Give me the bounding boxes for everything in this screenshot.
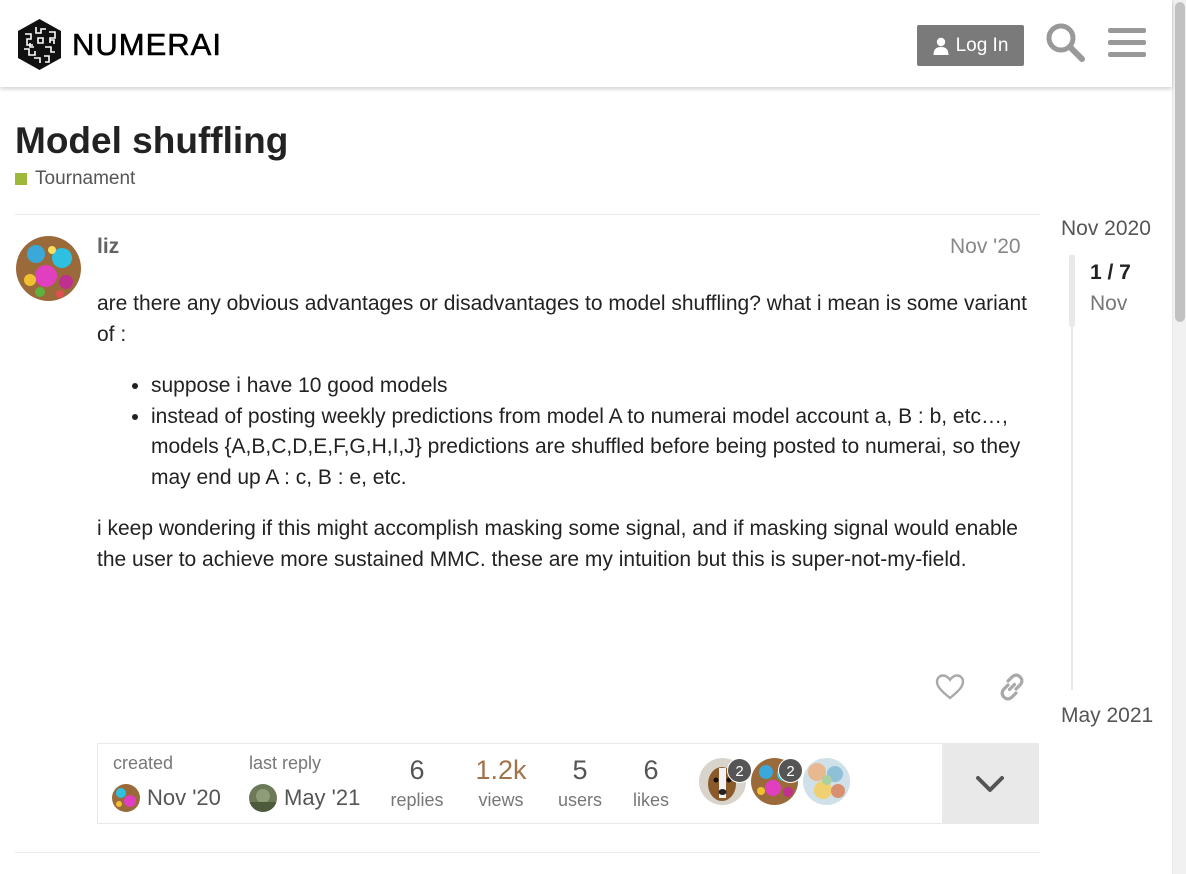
views-count: 1.2k <box>475 755 527 785</box>
category-name: Tournament <box>35 168 136 189</box>
scrollbar-thumb[interactable] <box>1175 2 1185 322</box>
heart-icon[interactable] <box>935 672 965 702</box>
avatar[interactable] <box>112 784 140 812</box>
divider <box>15 214 1040 215</box>
created-date[interactable]: Nov '20 <box>147 785 221 811</box>
user-icon <box>933 37 949 55</box>
likes-label: likes <box>632 790 669 810</box>
page-scrollbar[interactable] <box>1172 0 1186 874</box>
chevron-down-icon <box>976 775 1004 792</box>
created-label: created <box>113 753 174 773</box>
replies-label: replies <box>390 790 444 810</box>
link-icon[interactable] <box>997 672 1027 702</box>
views-label: views <box>478 790 524 810</box>
list-item: suppose i have 10 good models <box>151 371 1032 402</box>
category-badge[interactable]: Tournament <box>15 168 135 190</box>
logo-text: NUMERAI <box>72 26 222 62</box>
last-reply-date[interactable]: May '21 <box>284 785 360 811</box>
post-body: are there any obvious advantages or disa… <box>97 289 1032 596</box>
login-button[interactable]: Log In <box>917 25 1024 66</box>
likes-stat: 6 likes <box>612 755 690 811</box>
avatar[interactable] <box>16 236 81 301</box>
topic-map: created Nov '20 last reply May '21 6 rep… <box>97 743 1039 824</box>
topic-title[interactable]: Model shuffling <box>15 120 288 162</box>
timeline-end-date[interactable]: May 2021 <box>1061 704 1153 728</box>
post-paragraph: i keep wondering if this might accomplis… <box>97 517 1018 571</box>
users-label: users <box>557 790 602 810</box>
avatar-image <box>16 236 81 301</box>
participant-post-count: 2 <box>727 758 752 783</box>
hamburger-menu-icon[interactable] <box>1106 21 1148 63</box>
replies-count: 6 <box>409 755 425 785</box>
users-stat: 5 users <box>541 755 619 811</box>
replies-stat: 6 replies <box>378 755 456 811</box>
timeline-start-date[interactable]: Nov 2020 <box>1061 217 1151 241</box>
site-logo[interactable]: NUMERAI <box>16 18 222 71</box>
search-icon[interactable] <box>1044 21 1086 63</box>
timeline-handle[interactable] <box>1069 255 1075 327</box>
post-bullet-list: suppose i have 10 good models instead of… <box>151 371 1032 493</box>
views-stat: 1.2k views <box>462 755 540 811</box>
participant-post-count: 2 <box>778 758 803 783</box>
expand-topic-map-button[interactable] <box>942 744 1038 823</box>
timeline-position-date: Nov <box>1090 292 1128 315</box>
post-date[interactable]: Nov '20 <box>950 235 1021 259</box>
likes-count: 6 <box>643 755 659 785</box>
avatar[interactable] <box>249 784 277 812</box>
category-color-swatch <box>15 173 27 185</box>
participant-avatar[interactable] <box>803 758 850 805</box>
post-author[interactable]: liz <box>97 235 119 259</box>
users-count: 5 <box>572 755 588 785</box>
numerai-logo-icon <box>18 19 61 70</box>
divider <box>15 852 1040 853</box>
login-button-label: Log In <box>955 34 1009 56</box>
post-paragraph: are there any obvious advantages or disa… <box>97 292 1027 346</box>
list-item: instead of posting weekly predictions fr… <box>151 402 1032 494</box>
last-reply-label: last reply <box>249 753 322 773</box>
site-header: NUMERAI Log In <box>0 0 1172 87</box>
timeline-position: 1 / 7 <box>1090 261 1131 284</box>
